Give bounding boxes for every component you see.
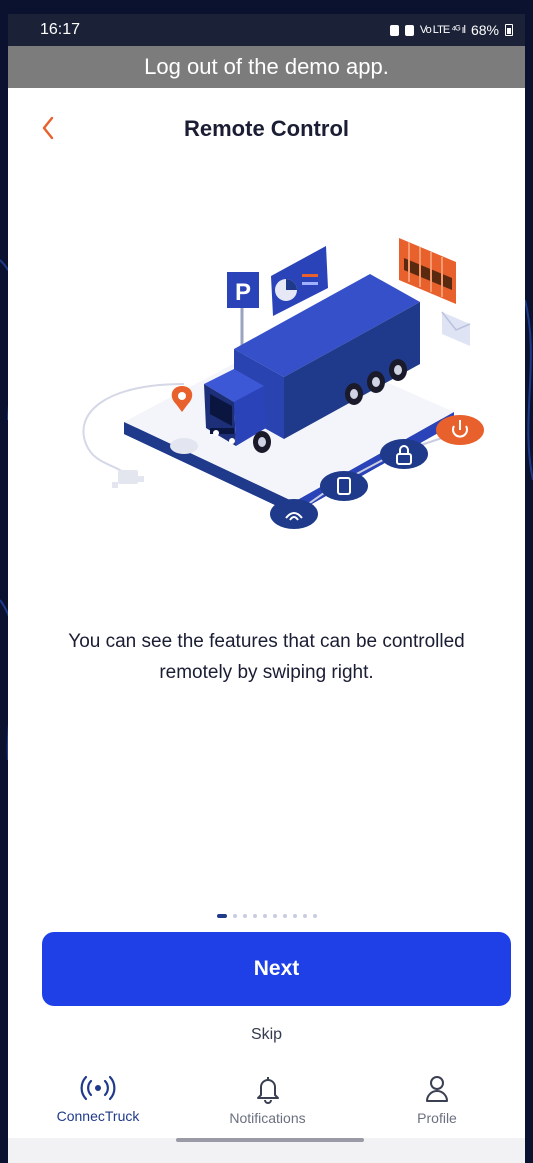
page-dot bbox=[232, 914, 237, 918]
status-time: 16:17 bbox=[40, 21, 81, 38]
page-dot bbox=[242, 914, 247, 918]
page-indicator bbox=[8, 914, 525, 918]
page-dot bbox=[252, 914, 257, 918]
person-icon bbox=[426, 1076, 448, 1102]
page-dot bbox=[302, 914, 307, 918]
nav-label-connectruck: ConnecTruck bbox=[56, 1108, 140, 1124]
page-dot bbox=[272, 914, 277, 918]
phone-screen: 16:17 Vo LTE ⁴ᴳ ıl 68% Log out of the de… bbox=[8, 14, 525, 1163]
next-button[interactable]: Next bbox=[42, 932, 511, 1006]
nav-label-profile: Profile bbox=[417, 1110, 457, 1126]
page-header: Remote Control bbox=[8, 106, 525, 150]
bell-icon bbox=[256, 1077, 279, 1104]
lock-feature-icon bbox=[380, 439, 428, 469]
alarm-icon bbox=[404, 24, 414, 36]
page-dot bbox=[312, 914, 317, 918]
nav-item-profile[interactable]: Profile bbox=[367, 1064, 507, 1138]
demo-logout-banner[interactable]: Log out of the demo app. bbox=[8, 46, 525, 88]
wifi-feature-icon bbox=[270, 499, 318, 529]
nav-label-notifications: Notifications bbox=[229, 1110, 306, 1126]
page-dot bbox=[262, 914, 267, 918]
broadcast-icon bbox=[80, 1075, 116, 1101]
power-feature-icon bbox=[436, 415, 484, 445]
status-icons: Vo LTE ⁴ᴳ ıl 68% bbox=[389, 22, 513, 38]
home-indicator[interactable] bbox=[176, 1138, 364, 1142]
parking-sign-letter: P bbox=[235, 279, 251, 306]
battery-icon bbox=[505, 24, 513, 36]
page-dot bbox=[282, 914, 287, 918]
nav-item-notifications[interactable]: Notifications bbox=[198, 1064, 338, 1138]
nav-item-connectruck[interactable]: ConnecTruck bbox=[28, 1064, 168, 1138]
message-icon bbox=[441, 311, 471, 346]
notification-icon bbox=[389, 24, 399, 36]
page-dot bbox=[292, 914, 297, 918]
skip-button[interactable]: Skip bbox=[8, 1026, 525, 1044]
status-bar: 16:17 Vo LTE ⁴ᴳ ıl 68% bbox=[8, 14, 525, 46]
plug-icon bbox=[112, 470, 144, 488]
onboarding-description: You can see the features that can be con… bbox=[68, 631, 465, 683]
signal-icon: Vo LTE ⁴ᴳ ıl bbox=[419, 24, 466, 36]
page-title: Remote Control bbox=[184, 116, 349, 141]
truck-illustration: P bbox=[82, 238, 484, 529]
phone-feature-icon bbox=[320, 471, 368, 501]
battery-level: 68% bbox=[470, 22, 499, 38]
bottom-navigation: ConnecTruck Notifications Profile bbox=[8, 1064, 525, 1138]
page-dot bbox=[216, 914, 227, 918]
heat-panel-icon bbox=[399, 238, 456, 304]
